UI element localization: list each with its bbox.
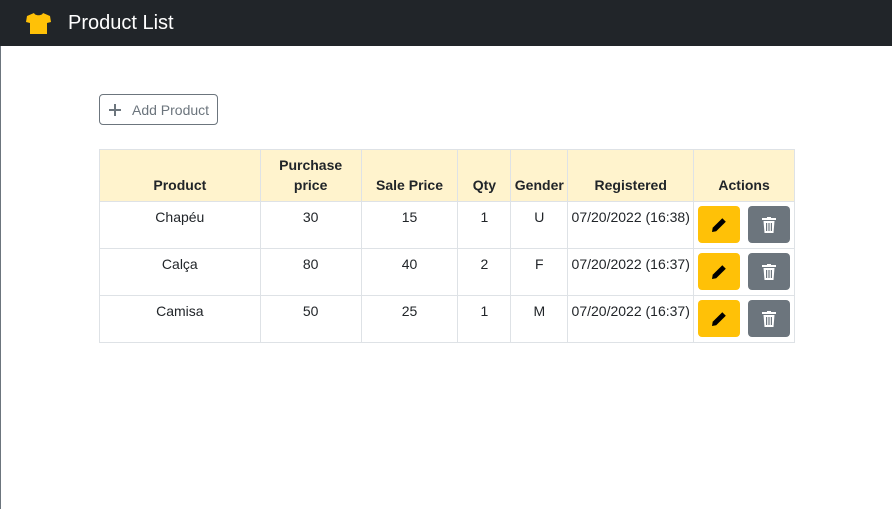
trash-icon xyxy=(762,263,777,280)
cell-gender: F xyxy=(510,248,569,296)
cell-registered: 07/20/2022 (16:37) xyxy=(567,295,695,343)
table-row: Camisa 50 25 1 M 07/20/2022 (16:37) xyxy=(99,295,795,343)
cell-registered: 07/20/2022 (16:38) xyxy=(567,201,695,249)
column-header-sale-price: Sale Price xyxy=(360,149,459,202)
cell-qty: 1 xyxy=(457,295,512,343)
delete-button[interactable] xyxy=(748,300,791,337)
cell-qty: 2 xyxy=(457,248,512,296)
delete-button[interactable] xyxy=(748,253,791,290)
column-header-product: Product xyxy=(99,149,261,202)
cell-sale-price: 25 xyxy=(360,295,459,343)
cell-actions xyxy=(693,248,795,296)
page-title: Product List xyxy=(68,12,174,34)
edit-button[interactable] xyxy=(698,253,741,290)
cell-actions xyxy=(693,295,795,343)
column-header-qty: Qty xyxy=(457,149,512,202)
cell-purchase-price: 80 xyxy=(259,248,362,296)
column-header-actions: Actions xyxy=(693,149,795,202)
cell-sale-price: 40 xyxy=(360,248,459,296)
window-edge xyxy=(0,46,1,509)
pencil-icon xyxy=(712,311,726,326)
cell-product: Chapéu xyxy=(99,201,261,249)
delete-button[interactable] xyxy=(748,206,791,243)
cell-product: Camisa xyxy=(99,295,261,343)
cell-purchase-price: 50 xyxy=(259,295,362,343)
cell-gender: M xyxy=(510,295,569,343)
pencil-icon xyxy=(712,217,726,232)
trash-icon xyxy=(762,310,777,327)
cell-purchase-price: 30 xyxy=(259,201,362,249)
column-header-gender: Gender xyxy=(510,149,569,202)
products-table: Product Purchase price Sale Price Qty Ge… xyxy=(99,149,795,343)
table-row: Chapéu 30 15 1 U 07/20/2022 (16:38) xyxy=(99,201,795,249)
table-header-row: Product Purchase price Sale Price Qty Ge… xyxy=(99,149,795,202)
cell-sale-price: 15 xyxy=(360,201,459,249)
cell-product: Calça xyxy=(99,248,261,296)
tshirt-icon xyxy=(26,13,51,34)
plus-icon xyxy=(109,103,121,116)
trash-icon xyxy=(762,216,777,233)
cell-gender: U xyxy=(510,201,569,249)
cell-qty: 1 xyxy=(457,201,512,249)
cell-actions xyxy=(693,201,795,249)
column-header-registered: Registered xyxy=(567,149,695,202)
edit-button[interactable] xyxy=(698,206,741,243)
add-product-label: Add Product xyxy=(132,101,210,118)
table-row: Calça 80 40 2 F 07/20/2022 (16:37) xyxy=(99,248,795,296)
pencil-icon xyxy=(712,264,726,279)
edit-button[interactable] xyxy=(698,300,741,337)
add-product-button[interactable]: Add Product xyxy=(99,94,218,125)
column-header-purchase-price: Purchase price xyxy=(259,149,362,202)
cell-registered: 07/20/2022 (16:37) xyxy=(567,248,695,296)
navbar: Product List xyxy=(0,0,892,46)
